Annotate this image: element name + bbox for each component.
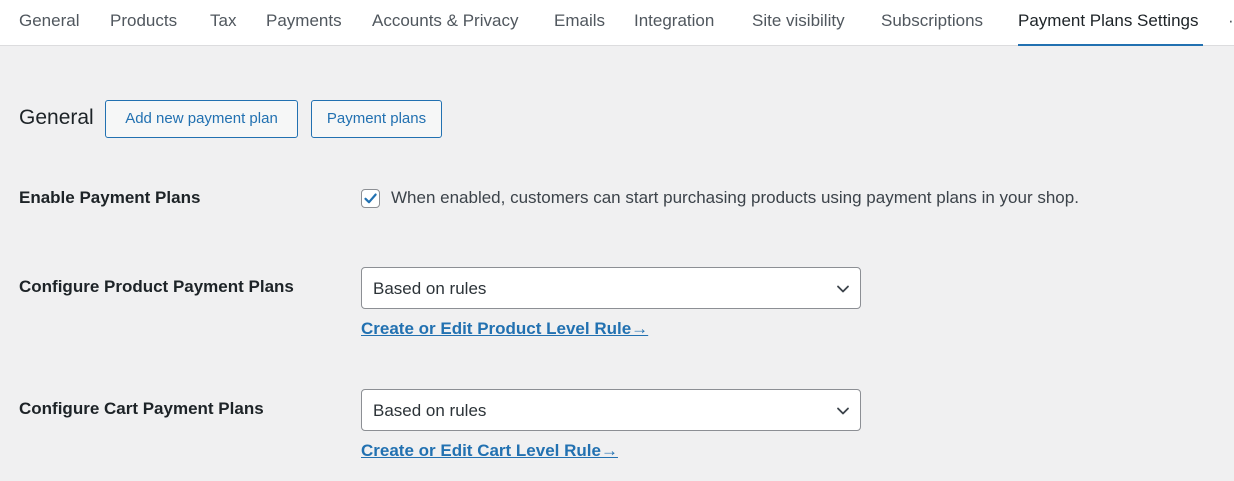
tab-overflow[interactable]: · <box>1228 11 1234 31</box>
active-tab-indicator <box>1018 44 1203 46</box>
chevron-down-icon <box>837 407 849 415</box>
tab-payment-plans-settings[interactable]: Payment Plans Settings <box>1018 11 1198 31</box>
tab-general[interactable]: General <box>19 11 79 31</box>
tab-integration[interactable]: Integration <box>634 11 714 31</box>
section-title: General <box>19 106 94 129</box>
cart-select-value: Based on rules <box>373 401 487 420</box>
add-new-payment-plan-button[interactable]: Add new payment plan <box>105 100 298 138</box>
cart-level-rule-link[interactable]: Create or Edit Cart Level Rule→ <box>361 441 618 461</box>
tab-products[interactable]: Products <box>110 11 177 31</box>
tab-payments[interactable]: Payments <box>266 11 342 31</box>
product-payment-plans-select[interactable]: Based on rules <box>361 267 861 309</box>
chevron-down-icon <box>837 285 849 293</box>
configure-cart-payment-plans-label: Configure Cart Payment Plans <box>19 399 264 418</box>
product-select-value: Based on rules <box>373 279 487 298</box>
payment-plans-button[interactable]: Payment plans <box>311 100 442 138</box>
cart-payment-plans-select[interactable]: Based on rules <box>361 389 861 431</box>
enable-payment-plans-checkbox[interactable] <box>361 189 380 208</box>
product-level-rule-link[interactable]: Create or Edit Product Level Rule→ <box>361 319 648 339</box>
enable-payment-plans-label: Enable Payment Plans <box>19 188 201 207</box>
settings-tabs: General Products Tax Payments Accounts &… <box>0 0 1234 46</box>
checkmark-icon <box>364 193 377 204</box>
tab-accounts-privacy[interactable]: Accounts & Privacy <box>372 11 518 31</box>
tab-emails[interactable]: Emails <box>554 11 605 31</box>
enable-payment-plans-description: When enabled, customers can start purcha… <box>391 188 1079 207</box>
tab-tax[interactable]: Tax <box>210 11 236 31</box>
tab-site-visibility[interactable]: Site visibility <box>752 11 845 31</box>
configure-product-payment-plans-label: Configure Product Payment Plans <box>19 277 294 296</box>
tab-subscriptions[interactable]: Subscriptions <box>881 11 983 31</box>
